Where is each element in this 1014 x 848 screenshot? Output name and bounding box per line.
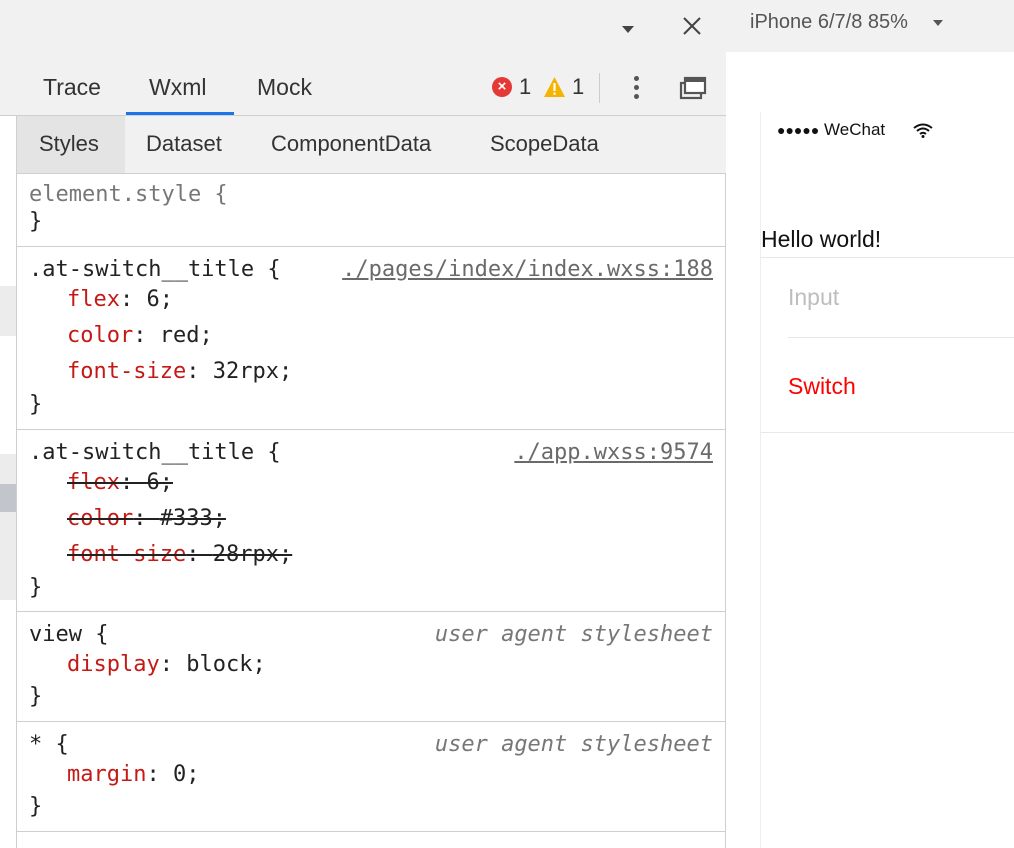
dom-gutter-row xyxy=(0,286,16,336)
carrier-label: WeChat xyxy=(824,120,886,139)
tab-mock[interactable]: Mock xyxy=(257,74,312,101)
rule-close-brace: } xyxy=(29,575,43,600)
undock-icon[interactable] xyxy=(679,75,707,101)
decl-value[interactable]: 0; xyxy=(173,762,200,787)
subtab-scopedata[interactable]: ScopeData xyxy=(490,131,599,157)
decl-property[interactable]: color xyxy=(67,323,133,348)
rule-source-ua: user agent stylesheet xyxy=(434,622,713,647)
decl-property[interactable]: color xyxy=(67,506,133,531)
rule-universal-ua[interactable]: * { user agent stylesheet margin: 0; } xyxy=(17,722,725,832)
warning-icon[interactable] xyxy=(543,76,566,98)
decl-property[interactable]: font-size xyxy=(67,542,186,567)
rule-close-brace: } xyxy=(29,684,43,709)
decl-value[interactable]: red; xyxy=(160,323,213,348)
declaration[interactable]: font-size: 32rpx; xyxy=(67,359,292,384)
error-icon[interactable]: × xyxy=(492,77,512,97)
rule-selector: element.style { xyxy=(29,182,228,207)
declaration[interactable]: color: red; xyxy=(67,323,213,348)
more-vertical-icon[interactable] xyxy=(627,74,647,102)
wifi-icon xyxy=(913,123,933,138)
subtab-styles[interactable]: Styles xyxy=(39,131,99,157)
tab-wxml[interactable]: Wxml xyxy=(149,74,206,101)
rule-element-style[interactable]: element.style { } xyxy=(17,174,725,247)
rule-selector: view { xyxy=(29,622,109,647)
warning-count[interactable]: 1 xyxy=(572,74,584,100)
decl-value[interactable]: 28rpx; xyxy=(213,542,292,567)
dom-tree-gutter xyxy=(0,116,17,848)
divider xyxy=(788,337,1014,338)
signal-dots: ●●●●● xyxy=(777,122,820,138)
active-tab-indicator xyxy=(126,112,234,115)
dropdown-arrow-icon[interactable] xyxy=(622,26,634,33)
rule-source-link[interactable]: ./app.wxss:9574 xyxy=(514,440,713,465)
devtools-topbar xyxy=(0,0,726,58)
dom-gutter-selected-row[interactable] xyxy=(0,484,16,512)
dom-gutter-row xyxy=(0,454,16,600)
rule-view-ua[interactable]: view { user agent stylesheet display: bl… xyxy=(17,612,725,722)
divider xyxy=(761,432,1014,433)
styles-subtabs: Styles Dataset ComponentData ScopeData xyxy=(17,116,726,174)
hello-text: Hello world! xyxy=(761,226,882,252)
subtab-componentdata[interactable]: ComponentData xyxy=(271,131,431,157)
switch-title[interactable]: Switch xyxy=(788,373,856,400)
close-icon[interactable] xyxy=(678,12,706,40)
decl-property[interactable]: flex xyxy=(67,470,120,495)
rule-selector: * { xyxy=(29,732,69,757)
rule-source-ua: user agent stylesheet xyxy=(434,732,713,757)
rule-close-brace: } xyxy=(29,794,43,819)
decl-property[interactable]: flex xyxy=(67,287,120,312)
rule-selector: .at-switch__title { xyxy=(29,257,281,282)
simulator-panel: iPhone 6/7/8 85% ●●●●● WeChat Hello worl… xyxy=(726,0,1014,848)
rule-close-brace: } xyxy=(29,392,43,417)
subtab-dataset[interactable]: Dataset xyxy=(146,131,222,157)
styles-rules-pane: element.style { } .at-switch__title { ./… xyxy=(17,174,726,848)
phone-status-bar: ●●●●● WeChat xyxy=(777,120,885,140)
simulator-toolbar: iPhone 6/7/8 85% xyxy=(726,0,1014,52)
declaration-overridden[interactable]: font-size: 28rpx; xyxy=(67,542,292,567)
phone-screen: ●●●●● WeChat Hello world! Input Switch xyxy=(760,112,1014,848)
decl-property[interactable]: display xyxy=(67,652,160,677)
devtools-tabbar: Trace Wxml Mock × 1 1 xyxy=(0,58,726,116)
decl-value[interactable]: #333; xyxy=(160,506,226,531)
rule-close-brace: } xyxy=(29,209,43,234)
rule-at-switch-title-page[interactable]: .at-switch__title { ./pages/index/index.… xyxy=(17,247,725,430)
decl-property[interactable]: font-size xyxy=(67,359,186,384)
devtools-panel: Trace Wxml Mock × 1 1 Styles Dataset Com… xyxy=(0,0,726,848)
declaration[interactable]: margin: 0; xyxy=(67,762,199,787)
rule-selector: .at-switch__title { xyxy=(29,440,281,465)
decl-value[interactable]: 6; xyxy=(146,287,173,312)
input-field[interactable]: Input xyxy=(788,284,839,311)
error-count[interactable]: 1 xyxy=(519,74,531,100)
chevron-down-icon[interactable] xyxy=(933,20,943,26)
declaration[interactable]: display: block; xyxy=(67,652,266,677)
tab-trace[interactable]: Trace xyxy=(43,74,101,101)
decl-value[interactable]: 32rpx; xyxy=(213,359,292,384)
device-selector[interactable]: iPhone 6/7/8 85% xyxy=(750,11,908,34)
rule-at-switch-title-app[interactable]: .at-switch__title { ./app.wxss:9574 flex… xyxy=(17,430,725,612)
declaration[interactable]: flex: 6; xyxy=(67,287,173,312)
decl-value[interactable]: block; xyxy=(186,652,265,677)
decl-property[interactable]: margin xyxy=(67,762,146,787)
decl-value[interactable]: 6; xyxy=(146,470,173,495)
divider xyxy=(761,257,1014,258)
rule-source-link[interactable]: ./pages/index/index.wxss:188 xyxy=(342,257,713,282)
declaration-overridden[interactable]: color: #333; xyxy=(67,506,226,531)
declaration-overridden[interactable]: flex: 6; xyxy=(67,470,173,495)
toolbar-divider xyxy=(599,73,600,103)
